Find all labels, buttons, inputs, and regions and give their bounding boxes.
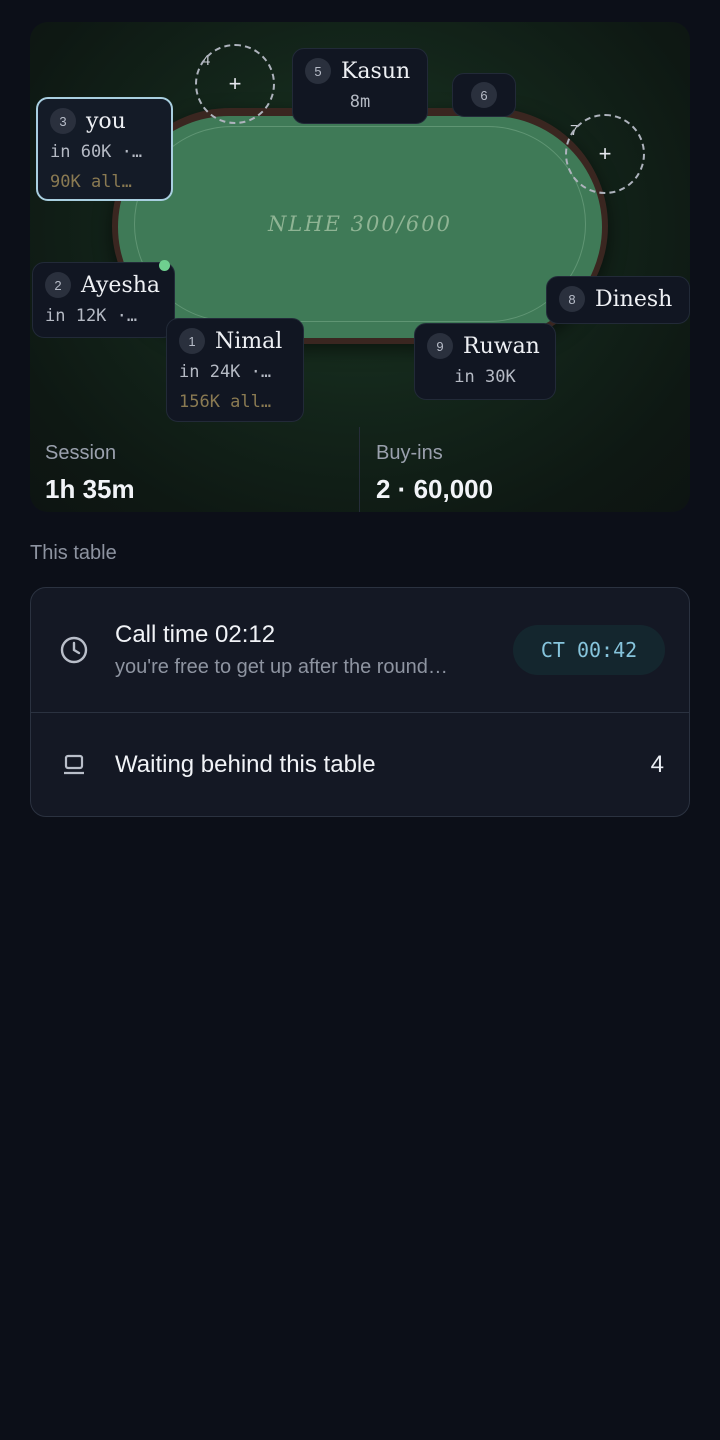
- call-time-countdown-badge: CT 00:42: [513, 625, 665, 675]
- waiting-list-row[interactable]: Waiting behind this table 4: [31, 713, 689, 816]
- buyins-value: 2 · 60,000: [376, 474, 494, 504]
- seat-player-name: you: [86, 108, 126, 134]
- seat-player-stack: in 60K ·…: [50, 142, 143, 162]
- waiting-title: Waiting behind this table: [115, 750, 376, 778]
- session-stat: Session 1h 35m: [30, 427, 359, 512]
- table-actions-list: Call time 02:12 you're free to get up af…: [30, 587, 690, 817]
- buyins-label: Buy-ins: [376, 442, 443, 464]
- seat-8[interactable]: 8 Dinesh: [546, 276, 690, 324]
- seat-number-badge: 1: [179, 328, 205, 354]
- session-stats: Session 1h 35m Buy-ins 2 · 60,000: [30, 427, 690, 512]
- call-time-text: Call time 02:12 you're free to get up af…: [115, 618, 495, 682]
- seat-4-add-button[interactable]: +: [195, 44, 275, 124]
- plus-icon: +: [598, 141, 612, 166]
- plus-icon: +: [228, 71, 242, 96]
- session-value: 1h 35m: [45, 474, 135, 504]
- seat-player-status: 8m: [349, 92, 371, 112]
- table-card: NLHE 300/600 4 + 5 Kasun 8m 6 7 + 3 you …: [30, 22, 690, 512]
- seat-player-total: 90K all…: [50, 172, 132, 192]
- waiting-count: 4: [650, 750, 664, 778]
- seat-number-badge: 3: [50, 108, 76, 134]
- section-title: This table: [30, 542, 117, 564]
- seat-2[interactable]: 2 Ayesha in 12K ·…: [32, 260, 175, 338]
- seat-player-name: Kasun: [341, 58, 411, 84]
- seat-player-name: Ruwan: [463, 333, 540, 359]
- seat-player-name: Ayesha: [81, 272, 161, 298]
- seat-player-stack: in 12K ·…: [45, 306, 138, 326]
- seat-player-name: Dinesh: [595, 286, 673, 312]
- seat-player-stack: in 24K ·…: [179, 362, 272, 382]
- call-time-title: Call time 02:12: [115, 621, 276, 648]
- seat-3-you[interactable]: 3 you in 60K ·… 90K all…: [36, 97, 173, 201]
- call-time-row[interactable]: Call time 02:12 you're free to get up af…: [31, 588, 689, 713]
- seat-number-badge: 2: [45, 272, 71, 298]
- seat-number-badge: 8: [559, 286, 585, 312]
- laptop-icon: [61, 752, 87, 778]
- seat-9[interactable]: 9 Ruwan in 30K: [414, 323, 556, 400]
- seat-player-name: Nimal: [215, 328, 283, 354]
- seat-5[interactable]: 5 Kasun 8m: [292, 48, 428, 124]
- seat-player-stack: in 30K: [454, 367, 516, 387]
- online-indicator: [159, 260, 170, 271]
- clock-icon: [59, 635, 89, 665]
- seat-7-add-button[interactable]: +: [565, 114, 645, 194]
- seat-6[interactable]: 6: [452, 73, 516, 117]
- seat-player-total: 156K all…: [179, 392, 272, 412]
- seat-number-badge: 9: [427, 333, 453, 359]
- session-label: Session: [45, 442, 117, 464]
- call-time-subtitle: you're free to get up after the round…: [115, 656, 448, 678]
- table-stakes-label: NLHE 300/600: [268, 212, 452, 236]
- waiting-text: Waiting behind this table: [115, 748, 376, 782]
- seat-number-badge: 5: [305, 58, 331, 84]
- buyins-stat: Buy-ins 2 · 60,000: [359, 427, 690, 512]
- seat-1[interactable]: 1 Nimal in 24K ·… 156K all…: [166, 318, 304, 422]
- seat-number-badge: 6: [471, 82, 497, 108]
